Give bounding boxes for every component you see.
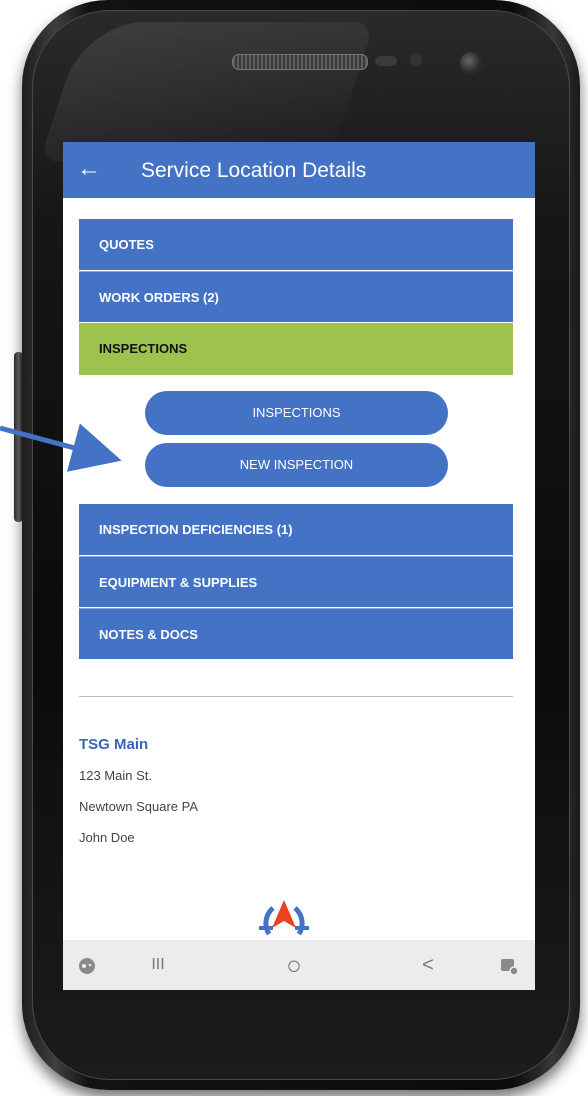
game-icon[interactable] — [69, 940, 105, 990]
section-label: INSPECTIONS — [99, 341, 188, 356]
section-label: NOTES & DOCS — [99, 627, 198, 642]
section-inspections[interactable]: INSPECTIONS — [79, 323, 513, 375]
app-bar: ← Service Location Details — [63, 142, 535, 198]
screenshot-icon[interactable] — [491, 940, 527, 990]
front-camera — [460, 52, 482, 74]
speaker-grille — [232, 54, 368, 70]
recents-icon[interactable]: III — [133, 940, 183, 990]
sensor — [375, 56, 397, 66]
section-notes-docs[interactable]: NOTES & DOCS — [79, 608, 513, 659]
section-label: WORK ORDERS (2) — [99, 290, 219, 305]
section-work-orders[interactable]: WORK ORDERS (2) — [79, 271, 513, 322]
page-title: Service Location Details — [141, 159, 367, 182]
sensor-dot — [410, 54, 422, 66]
section-label: QUOTES — [99, 237, 154, 252]
app-screen: ← Service Location Details QUOTES WORK O… — [63, 142, 535, 990]
location-city-state: Newtown Square PA — [79, 799, 198, 814]
back-icon[interactable]: < — [403, 940, 453, 990]
new-inspection-button[interactable]: NEW INSPECTION — [145, 443, 448, 487]
screenshot-icon-glyph — [501, 958, 519, 976]
game-icon-glyph — [79, 957, 95, 974]
section-quotes[interactable]: QUOTES — [79, 219, 513, 270]
inspections-button[interactable]: INSPECTIONS — [145, 391, 448, 435]
button-label: NEW INSPECTION — [239, 457, 354, 472]
location-contact: John Doe — [79, 830, 135, 845]
arrow-left-icon[interactable]: ← — [77, 156, 101, 182]
app-logo-icon — [259, 900, 309, 936]
section-equipment-supplies[interactable]: EQUIPMENT & SUPPLIES — [79, 556, 513, 607]
section-inspection-deficiencies[interactable]: INSPECTION DEFICIENCIES (1) — [79, 504, 513, 555]
section-label: INSPECTION DEFICIENCIES (1) — [99, 522, 293, 537]
button-label: INSPECTIONS — [252, 405, 341, 420]
home-icon[interactable]: ○ — [269, 940, 319, 990]
divider — [79, 696, 513, 697]
location-address: 123 Main St. — [79, 768, 152, 783]
location-name[interactable]: TSG Main — [79, 736, 148, 753]
section-label: EQUIPMENT & SUPPLIES — [99, 575, 258, 590]
system-nav-bar: III ○ < — [63, 940, 535, 990]
